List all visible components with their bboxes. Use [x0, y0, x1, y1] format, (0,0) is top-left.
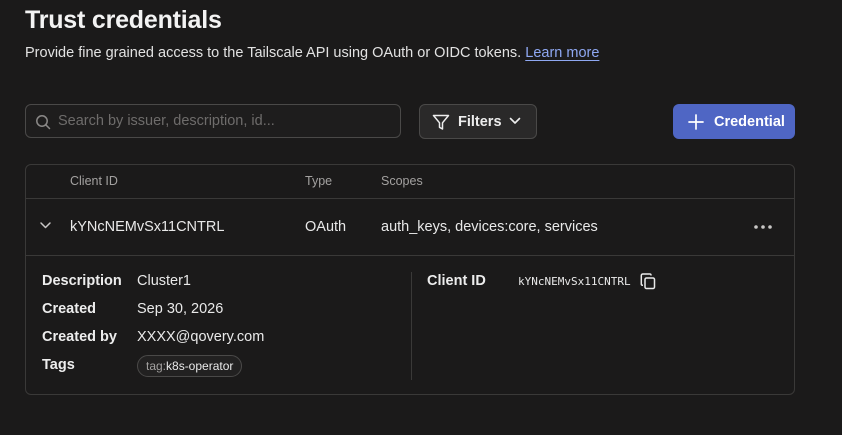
credential-label: Credential: [714, 114, 785, 130]
description-value: Cluster1: [137, 273, 191, 289]
search-box[interactable]: [25, 104, 401, 138]
search-icon: [36, 115, 51, 130]
filter-icon: [432, 114, 450, 130]
tag-value: k8s-operator: [166, 359, 234, 373]
column-client-id: Client ID: [70, 174, 118, 188]
filters-label: Filters: [458, 114, 502, 130]
row-scopes: auth_keys, devices:core, services: [381, 219, 598, 235]
page-title: Trust credentials: [25, 6, 222, 34]
table-row[interactable]: kYNcNEMvSx11CNTRL OAuth auth_keys, devic…: [26, 199, 794, 256]
learn-more-link[interactable]: Learn more: [525, 45, 599, 61]
subtitle-text: Provide fine grained access to the Tails…: [25, 45, 522, 61]
more-horizontal-icon[interactable]: [753, 224, 773, 230]
column-type: Type: [305, 174, 333, 188]
credentials-table: Client ID Type Scopes kYNcNEMvSx11CNTRL …: [25, 164, 795, 395]
client-id-value: kYNcNEMvSx11CNTRL: [518, 275, 631, 288]
tags-label: Tags: [42, 357, 75, 373]
created-by-label: Created by: [42, 329, 117, 345]
created-label: Created: [42, 301, 96, 317]
description-label: Description: [42, 273, 122, 289]
plus-icon: [688, 114, 704, 130]
created-value: Sep 30, 2026: [137, 301, 224, 317]
column-scopes: Scopes: [381, 174, 423, 188]
created-by-value: XXXX@qovery.com: [137, 329, 265, 345]
filters-button[interactable]: Filters: [419, 104, 537, 139]
tag-key: tag:: [146, 359, 167, 373]
chevron-down-icon[interactable]: [39, 221, 52, 230]
page-subtitle: Provide fine grained access to the Tails…: [25, 45, 599, 61]
row-type: OAuth: [305, 219, 347, 235]
search-input[interactable]: [58, 105, 388, 137]
row-client-id: kYNcNEMvSx11CNTRL: [70, 219, 225, 235]
table-header: Client ID Type Scopes: [26, 165, 794, 199]
chevron-down-icon: [509, 117, 521, 124]
client-id-label: Client ID: [427, 273, 486, 289]
tag-badge: tag:k8s-operator: [137, 355, 243, 377]
copy-icon[interactable]: [640, 273, 656, 290]
add-credential-button[interactable]: Credential: [673, 104, 795, 139]
details-divider: [411, 272, 412, 380]
row-details: Description Cluster1 Created Sep 30, 202…: [26, 256, 794, 394]
